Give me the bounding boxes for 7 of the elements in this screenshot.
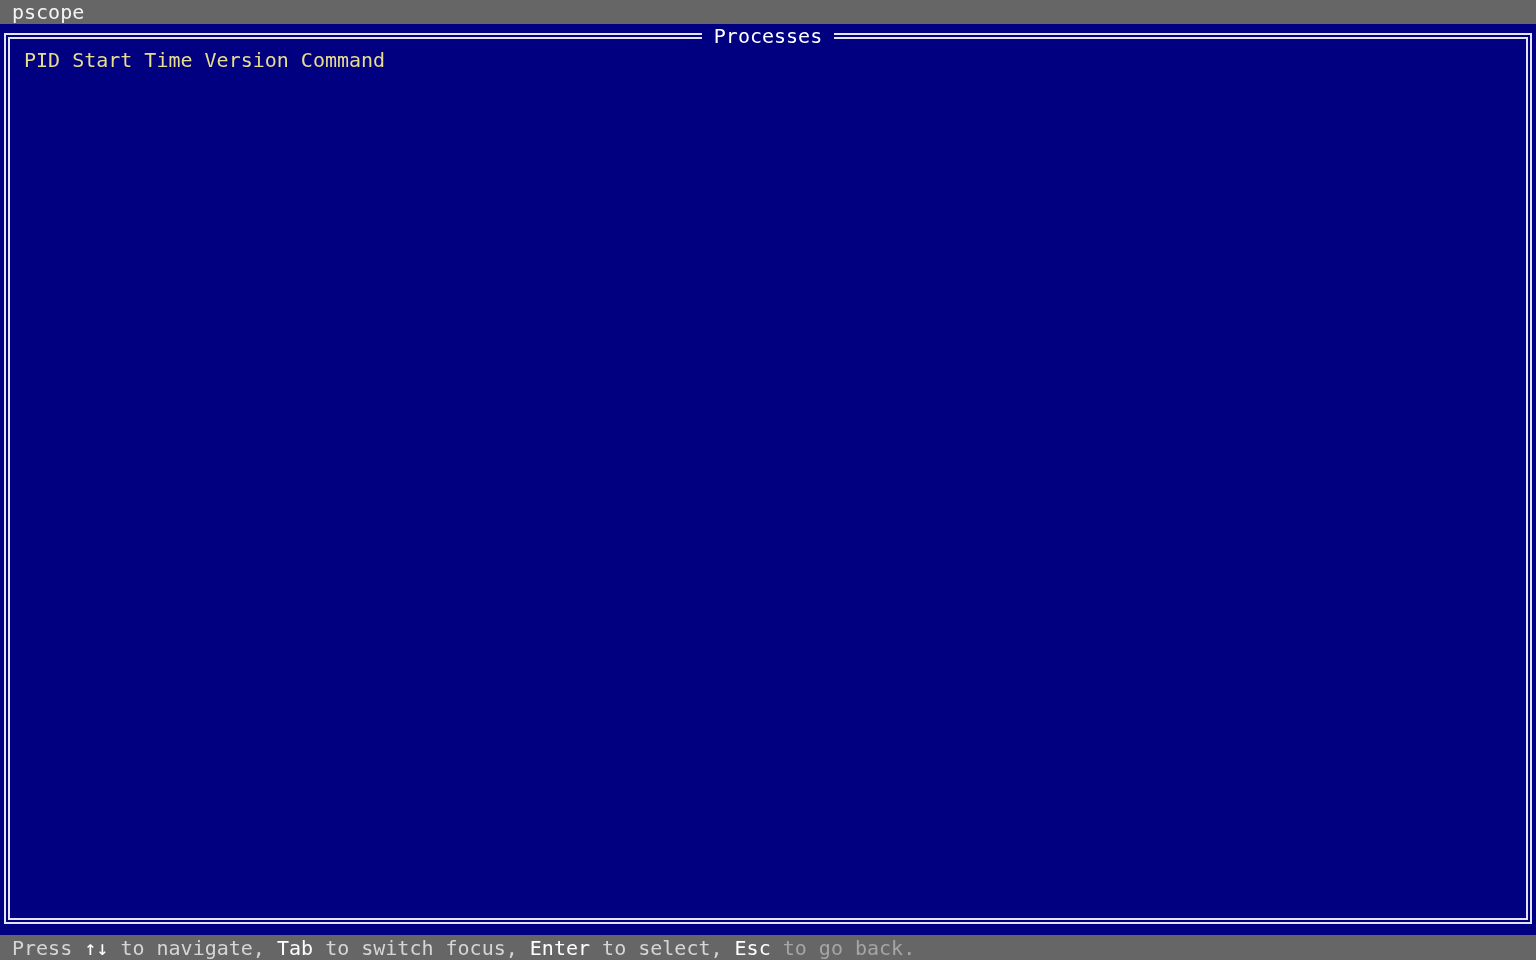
column-header: PID [24,48,61,72]
column-header: Command [300,48,386,72]
column-header: Version [204,48,289,72]
panel-title: Processes [712,24,824,48]
app-title: pscope [12,0,85,24]
status-hint: Press ↑↓ to navigate, Tab to switch focus, Enter to select, Esc to go back. [12,935,916,960]
column-header: Start Time [72,48,193,72]
